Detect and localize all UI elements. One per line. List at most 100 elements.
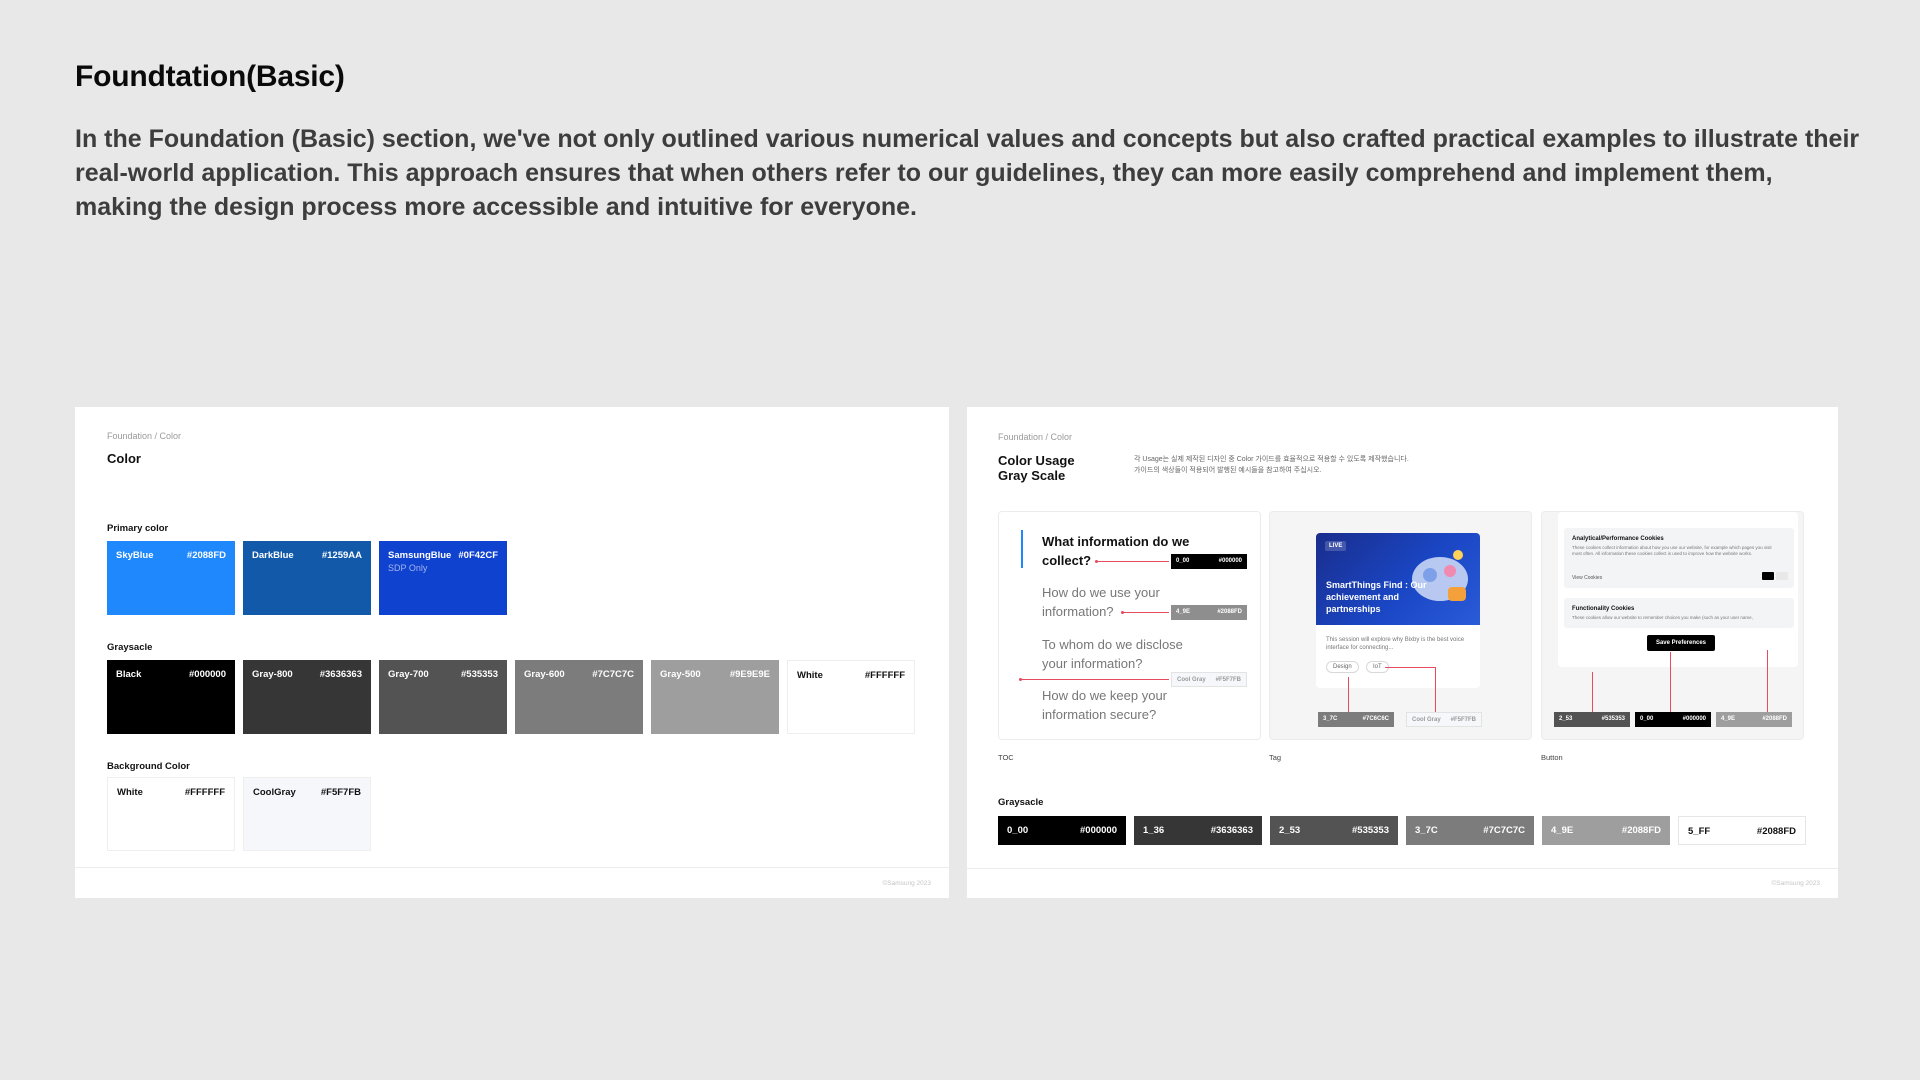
token-name: 4_9E [1551,825,1574,836]
usage-description-line2: 가이드의 색상들이 적용되어 발행된 예시들을 참고하여 주십시오. [1134,467,1322,474]
annotation-pill: 4_9E #2088FD [1171,605,1247,620]
annotation-pill: 0_00 #000000 [1635,712,1711,727]
swatch-name: White [117,787,143,798]
event-card-preview: LIVE SmartThings Find : Our achievement … [1316,533,1480,688]
toc-label: TOC [998,753,1014,762]
panel-title-line2: Gray Scale [998,468,1066,483]
swatch-hex: #FFFFFF [184,787,225,798]
toc-preview: What information do we collect? How do w… [999,512,1260,739]
toc-item: How do we use your information? [1042,585,1160,619]
breadcrumb: Foundation / Color [998,432,1073,442]
swatch-hex: #F5F7FB [320,787,361,798]
event-hero-image: LIVE SmartThings Find : Our achievement … [1316,533,1480,625]
pill-hex: #000000 [1218,558,1242,564]
swatch-gray-800: Gray-800 #3636363 [243,660,371,734]
page-heading: Foundtation(Basic) [75,60,345,93]
background-color-label: Background Color [107,761,190,772]
gray-token-4: 4_9E #2088FD [1542,816,1670,845]
token-hex: #3636363 [1210,825,1253,836]
annotation-line [1435,667,1436,712]
swatch-black: Black #000000 [107,660,235,734]
swatch-name: SkyBlue [116,550,154,561]
gray-token-0: 0_00 #000000 [998,816,1126,845]
pill-token: 0_00 [1640,716,1654,722]
gray-token-1: 1_36 #3636363 [1134,816,1262,845]
toc-item: To whom do we disclose your information? [1042,637,1183,671]
pill-hex: #F5F7FB [1450,717,1476,723]
token-name: 3_7C [1415,825,1438,836]
annotation-line [1592,672,1593,712]
grayscale-label: Graysacle [107,642,153,653]
intro-paragraph: In the Foundation (Basic) section, we've… [75,125,1860,221]
grayscale-label: Graysacle [998,797,1044,808]
token-hex: #2088FD [1621,825,1661,836]
swatch-name: Black [116,669,142,680]
toggle-on-button[interactable] [1762,572,1774,580]
swatch-bg-white: White #FFFFFF [107,777,235,851]
gray-token-2: 2_53 #535353 [1270,816,1398,845]
toggle-off-button[interactable] [1776,572,1788,580]
token-hex: #535353 [1352,825,1389,836]
save-preferences-button[interactable]: Save Preferences [1647,635,1715,651]
usage-description: 각 Usage는 실제 제작된 디자인 중 Color 가이드를 효율적으로 적… [1134,454,1409,476]
gray-token-3: 3_7C #7C7C7C [1406,816,1534,845]
pill-token: Cool Gray [1412,717,1441,723]
swatch-hex: #3636363 [319,669,362,680]
pill-token: 4_9E [1721,716,1736,722]
event-hero-title: SmartThings Find : Our achievement and p… [1326,580,1427,614]
breadcrumb: Foundation / Color [107,431,182,441]
token-hex: #000000 [1080,825,1117,836]
cookie-settings-preview: Analytical/Performance Cookies These coo… [1558,512,1798,667]
toc-item-active: What information do we collect? [1042,534,1190,568]
annotation-line [1097,561,1169,562]
annotation-line [1767,650,1768,712]
token-name: 0_00 [1007,825,1029,836]
footer-divider [75,867,949,868]
panel-title: Color [107,451,141,466]
view-cookies-link[interactable]: View Cookies [1572,575,1602,581]
footer-divider [967,868,1838,869]
copyright: ©Samsung 2023 [882,880,931,887]
button-label: Button [1541,753,1563,762]
pill-token: 0_00 [1176,558,1190,564]
swatch-name: Gray-700 [388,669,429,680]
cookie-section-title: Functionality Cookies [1572,606,1635,612]
pill-hex: #000000 [1682,716,1706,722]
token-hex: #2088FD [1756,826,1796,837]
swatch-note: SDP Only [388,563,428,573]
panel-title: Color Usage Gray Scale [998,453,1075,483]
swatch-name: Gray-500 [660,669,701,680]
token-name: 1_36 [1143,825,1165,836]
annotation-pill: 4_9E #2088FD [1716,712,1792,727]
swatch-gray-500: Gray-500 #9E9E9E [651,660,779,734]
swatch-hex: #7C7C7C [592,669,634,680]
annotation-dot [1019,678,1022,681]
swatch-darkblue: DarkBlue #1259AA [243,541,371,615]
pill-token: Cool Gray [1177,677,1206,683]
copyright: ©Samsung 2023 [1771,880,1820,887]
swatch-hex: #2088FD [186,550,226,561]
annotation-pill: Cool Gray #F5F7FB [1406,712,1482,727]
color-usage-panel: Foundation / Color Color Usage Gray Scal… [967,407,1838,898]
live-badge: LIVE [1325,541,1347,551]
cookie-section: Functionality Cookies These cookies allo… [1564,598,1794,628]
tag-chip-design[interactable]: Design [1326,661,1359,673]
toc-active-indicator [1021,530,1023,568]
swatch-name: SamsungBlue [388,550,452,561]
panel-title-line1: Color Usage [998,453,1075,468]
annotation-line [1021,679,1169,680]
pill-hex: #535353 [1601,716,1625,722]
token-hex: #7C7C7C [1483,825,1525,836]
annotation-line [1348,677,1349,712]
annotation-line [1670,652,1671,712]
pill-hex: #7C6C6C [1362,716,1389,722]
annotation-line [1385,667,1435,668]
swatch-hex: #535353 [461,669,498,680]
swatch-gray-600: Gray-600 #7C7C7C [515,660,643,734]
swatch-name: CoolGray [253,787,296,798]
gray-token-5: 5_FF #2088FD [1678,816,1806,845]
swatch-samsungblue: SamsungBlue #0F42CF SDP Only [379,541,507,615]
swatch-hex: #FFFFFF [864,670,905,681]
swatch-gray-700: Gray-700 #535353 [379,660,507,734]
pill-token: 2_53 [1559,716,1573,722]
